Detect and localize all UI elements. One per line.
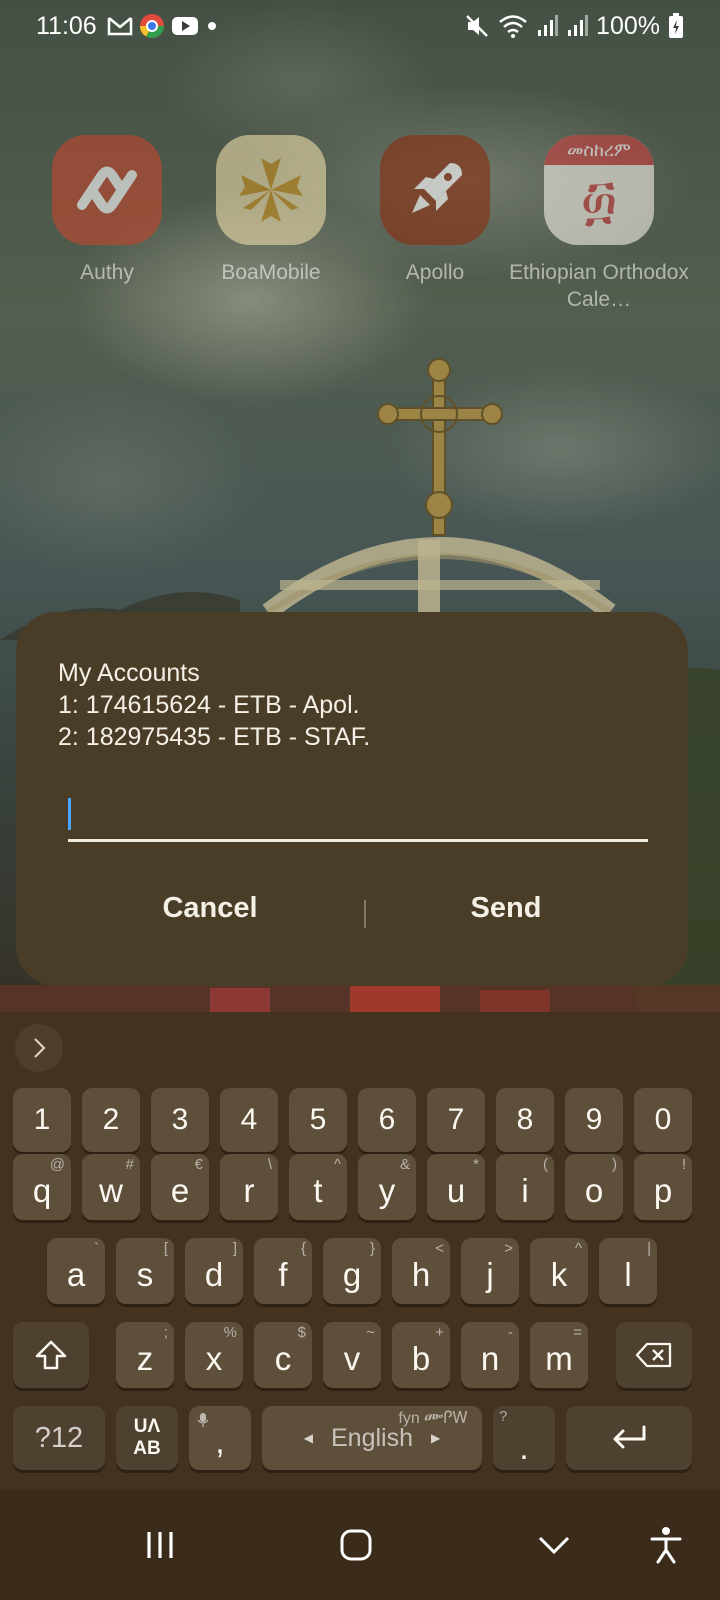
key-2[interactable]: 2 bbox=[82, 1088, 140, 1152]
period-key[interactable]: ? . bbox=[493, 1406, 555, 1470]
key-z[interactable]: ; z bbox=[116, 1322, 174, 1388]
key-g[interactable]: } g bbox=[323, 1238, 381, 1304]
key-i[interactable]: (i bbox=[496, 1154, 554, 1220]
space-key[interactable]: fyn ᎀᎵᎳ ◀ English ▶ bbox=[262, 1406, 482, 1470]
key-w[interactable]: # w bbox=[82, 1154, 140, 1220]
key-f[interactable]: {f bbox=[254, 1238, 312, 1304]
signal-icon bbox=[538, 15, 559, 36]
key-5[interactable]: 5 bbox=[289, 1088, 347, 1152]
key-a[interactable]: ` a bbox=[47, 1238, 105, 1304]
key-m[interactable]: = m bbox=[530, 1322, 588, 1388]
rocket-icon bbox=[380, 135, 490, 245]
account-line-1: 1: 174615624 - ETB - Apol. bbox=[58, 691, 360, 719]
home-icon bbox=[340, 1529, 372, 1561]
key-8[interactable]: 8 bbox=[496, 1088, 554, 1152]
key-y[interactable]: & y bbox=[358, 1154, 416, 1220]
key-t[interactable]: ^ t bbox=[289, 1154, 347, 1220]
shift-key[interactable] bbox=[13, 1322, 89, 1388]
app-label: Authy bbox=[80, 261, 134, 284]
backspace-key[interactable] bbox=[616, 1322, 692, 1388]
key-v[interactable]: ~ v bbox=[323, 1322, 381, 1388]
microphone-icon bbox=[197, 1413, 209, 1427]
hide-keyboard-icon bbox=[538, 1536, 570, 1555]
app-apollo[interactable]: Apollo bbox=[350, 135, 520, 286]
accessibility-button[interactable] bbox=[636, 1520, 696, 1570]
right-arrow-icon: ▶ bbox=[431, 1431, 441, 1445]
text-cursor bbox=[68, 798, 71, 830]
key-1[interactable]: 1 bbox=[13, 1088, 71, 1152]
chevron-right-icon bbox=[34, 1038, 46, 1058]
calendar-icon: መስከረም ፴ bbox=[544, 135, 654, 245]
key-7[interactable]: 7 bbox=[427, 1088, 485, 1152]
key-n[interactable]: -n bbox=[461, 1322, 519, 1388]
gmail-icon bbox=[107, 17, 132, 36]
hide-keyboard-button[interactable] bbox=[524, 1520, 584, 1570]
account-line-2: 2: 182975435 - ETB - STAF. bbox=[58, 723, 371, 751]
key-0[interactable]: 0 bbox=[634, 1088, 692, 1152]
app-authy[interactable]: Authy bbox=[22, 135, 192, 286]
dialog-message: My Accounts 1: 174615624 - ETB - Apol. 2… bbox=[58, 657, 370, 753]
chrome-icon bbox=[139, 14, 164, 39]
key-o[interactable]: ) o bbox=[565, 1154, 623, 1220]
shift-icon bbox=[35, 1340, 67, 1370]
accessibility-icon bbox=[650, 1527, 682, 1564]
key-3[interactable]: 3 bbox=[151, 1088, 209, 1152]
cancel-button[interactable]: Cancel bbox=[60, 892, 360, 938]
recents-button[interactable] bbox=[130, 1520, 190, 1570]
key-4[interactable]: 4 bbox=[220, 1088, 278, 1152]
battery-charging-icon bbox=[669, 13, 683, 38]
youtube-icon bbox=[171, 17, 198, 35]
key-h[interactable]: < h bbox=[392, 1238, 450, 1304]
key-u[interactable]: * u bbox=[427, 1154, 485, 1220]
status-bar: 11:06 100% bbox=[0, 0, 720, 52]
key-s[interactable]: [s bbox=[116, 1238, 174, 1304]
app-label: Apollo bbox=[405, 261, 465, 284]
app-label: Ethiopian Orthodox Cale… bbox=[509, 261, 689, 311]
battery-percent: 100% bbox=[596, 11, 660, 40]
language-switch-key[interactable]: UΛ AB bbox=[116, 1406, 178, 1470]
key-x[interactable]: % x bbox=[185, 1322, 243, 1388]
send-button[interactable]: Send bbox=[356, 892, 656, 938]
key-j[interactable]: > j bbox=[461, 1238, 519, 1304]
notification-dot-icon bbox=[207, 22, 216, 30]
comma-key[interactable]: , bbox=[189, 1406, 251, 1470]
dialog-title: My Accounts bbox=[58, 659, 200, 687]
navigation-bar bbox=[0, 1490, 720, 1600]
ussd-dialog: My Accounts 1: 174615624 - ETB - Apol. 2… bbox=[16, 612, 688, 986]
toolbar-expand-button[interactable] bbox=[15, 1024, 63, 1072]
key-q[interactable]: @ q bbox=[13, 1154, 71, 1220]
key-d[interactable]: ] d bbox=[185, 1238, 243, 1304]
backspace-icon bbox=[635, 1342, 672, 1368]
left-arrow-icon: ◀ bbox=[303, 1431, 313, 1445]
enter-icon bbox=[613, 1425, 646, 1449]
app-label: BoaMobile bbox=[221, 261, 321, 284]
home-button[interactable] bbox=[326, 1520, 386, 1570]
app-ethiopian-calendar[interactable]: መስከረም ፴ Ethiopian Orthodox Cale… bbox=[501, 135, 697, 313]
authy-icon bbox=[52, 135, 162, 245]
key-k[interactable]: ^ k bbox=[530, 1238, 588, 1304]
recents-icon bbox=[147, 1532, 173, 1558]
enter-key[interactable] bbox=[566, 1406, 692, 1470]
key-l[interactable]: | l bbox=[599, 1238, 657, 1304]
key-c[interactable]: $ c bbox=[254, 1322, 312, 1388]
signal-icon bbox=[568, 15, 589, 36]
symbols-key[interactable]: ?12 bbox=[13, 1406, 105, 1470]
response-input[interactable] bbox=[68, 790, 648, 842]
boa-icon bbox=[216, 135, 326, 245]
key-e[interactable]: € e bbox=[151, 1154, 209, 1220]
key-b[interactable]: + b bbox=[392, 1322, 450, 1388]
key-6[interactable]: 6 bbox=[358, 1088, 416, 1152]
key-p[interactable]: ! p bbox=[634, 1154, 692, 1220]
status-time: 11:06 bbox=[36, 11, 97, 40]
mute-icon bbox=[466, 15, 488, 37]
wifi-icon bbox=[499, 15, 527, 38]
app-boamobile[interactable]: BoaMobile bbox=[186, 135, 356, 286]
keyboard: 1 2 3 4 5 6 7 8 9 0 @ q # w € e \ r ^ t & y * u… bbox=[0, 1012, 720, 1490]
key-9[interactable]: 9 bbox=[565, 1088, 623, 1152]
key-r[interactable]: \ r bbox=[220, 1154, 278, 1220]
